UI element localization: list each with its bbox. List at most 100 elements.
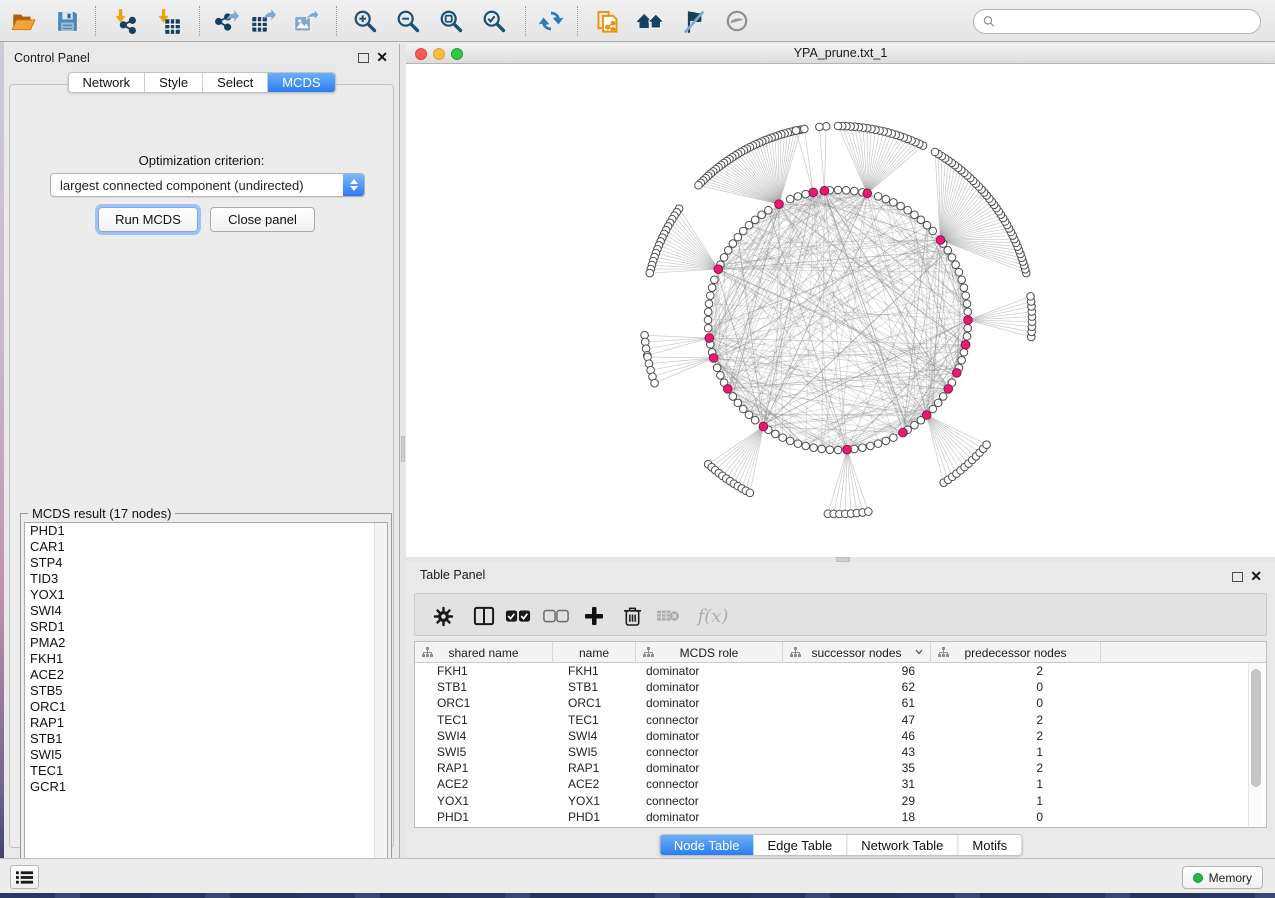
refresh-icon[interactable] xyxy=(533,3,569,39)
network-node xyxy=(929,405,937,413)
tab-network[interactable]: Network xyxy=(68,73,145,92)
save-session-icon[interactable] xyxy=(49,3,85,39)
tab-edge-table[interactable]: Edge Table xyxy=(753,835,847,855)
split-columns-icon[interactable] xyxy=(469,602,499,630)
show-all-icon[interactable] xyxy=(719,3,755,39)
network-node xyxy=(955,268,963,276)
mcds-result-list[interactable]: PHD1CAR1STP4TID3YOX1SWI4SRD1PMA2FKH1ACE2… xyxy=(24,522,388,875)
network-node xyxy=(704,316,712,324)
table-row[interactable]: ACE2ACE2connector311 xyxy=(415,776,1266,792)
table-panel: Table Panel ✕ f(x) shared namenameMCDS r… xyxy=(406,562,1275,858)
first-neighbors-icon[interactable] xyxy=(632,3,668,39)
tab-style[interactable]: Style xyxy=(145,73,203,92)
mcds-result-item[interactable]: TID3 xyxy=(25,571,387,587)
cell: RAP1 xyxy=(553,760,636,776)
select-all-icon[interactable] xyxy=(503,602,533,630)
network-node xyxy=(708,284,716,292)
deselect-all-icon[interactable] xyxy=(541,602,571,630)
table-row[interactable]: TEC1TEC1connector472 xyxy=(415,712,1266,728)
result-scrollbar[interactable] xyxy=(374,523,387,874)
export-table-icon[interactable] xyxy=(245,3,281,39)
task-history-button[interactable] xyxy=(10,865,39,889)
tab-select[interactable]: Select xyxy=(203,73,268,92)
table-row[interactable]: ORC1ORC1dominator610 xyxy=(415,695,1266,711)
mcds-result-item[interactable]: YOX1 xyxy=(25,587,387,603)
splitter-grip[interactable] xyxy=(401,436,405,462)
open-session-icon[interactable] xyxy=(5,3,41,39)
column-header-successor-nodes[interactable]: successor nodes xyxy=(783,642,931,663)
table-settings-icon[interactable] xyxy=(428,602,458,630)
import-network-icon[interactable] xyxy=(106,3,142,39)
export-network-icon[interactable] xyxy=(208,3,244,39)
cell: dominator xyxy=(636,760,783,776)
network-canvas[interactable] xyxy=(406,64,1275,557)
table-row[interactable]: YOX1YOX1connector291 xyxy=(415,793,1266,809)
search-icon xyxy=(983,15,995,28)
network-node xyxy=(707,292,715,300)
tab-node-table[interactable]: Node Table xyxy=(660,835,754,855)
table-row[interactable]: RAP1RAP1dominator352 xyxy=(415,760,1266,776)
import-table-icon[interactable] xyxy=(149,3,185,39)
hide-selected-icon[interactable] xyxy=(675,3,711,39)
mcds-result-item[interactable]: ACE2 xyxy=(25,667,387,683)
network-node xyxy=(874,440,882,448)
mcds-result-item[interactable]: PMA2 xyxy=(25,635,387,651)
float-panel-icon[interactable] xyxy=(1232,572,1243,582)
table-row[interactable]: STB1STB1dominator620 xyxy=(415,679,1266,695)
close-panel-icon[interactable]: ✕ xyxy=(376,49,388,66)
cell: 2 xyxy=(931,760,1101,776)
cell: 2 xyxy=(931,728,1101,744)
run-mcds-button[interactable]: Run MCDS xyxy=(98,207,198,232)
table-header: shared namenameMCDS rolesuccessor nodesp… xyxy=(415,642,1266,663)
network-node xyxy=(826,446,834,454)
mcds-result-item[interactable]: ORC1 xyxy=(25,699,387,715)
table-row[interactable]: FKH1FKH1dominator962 xyxy=(415,663,1266,679)
search-input[interactable] xyxy=(1001,15,1251,29)
add-column-icon[interactable] xyxy=(579,602,609,630)
new-network-from-selection-icon[interactable] xyxy=(589,3,625,39)
zoom-in-icon[interactable] xyxy=(347,3,383,39)
network-node xyxy=(704,308,712,316)
criterion-dropdown[interactable]: largest connected component (undirected) xyxy=(50,173,365,197)
scrollbar-thumb[interactable] xyxy=(1251,669,1261,787)
close-panel-icon[interactable]: ✕ xyxy=(1250,568,1262,585)
mcds-result-item[interactable]: RAP1 xyxy=(25,715,387,731)
network-titlebar[interactable]: YPA_prune.txt_1 xyxy=(406,44,1275,64)
mcds-result-item[interactable]: SWI4 xyxy=(25,603,387,619)
mcds-result-item[interactable]: GCR1 xyxy=(25,779,387,795)
close-panel-button[interactable]: Close panel xyxy=(210,207,315,232)
delete-column-icon[interactable] xyxy=(617,602,647,630)
mcds-result-item[interactable]: SRD1 xyxy=(25,619,387,635)
column-header-shared-name[interactable]: shared name xyxy=(415,642,553,663)
cell: SWI4 xyxy=(415,728,553,744)
mcds-result-item[interactable]: CAR1 xyxy=(25,539,387,555)
memory-button[interactable]: Memory xyxy=(1182,866,1263,889)
zoom-selected-icon[interactable] xyxy=(476,3,512,39)
table-scrollbar[interactable] xyxy=(1248,663,1263,826)
mcds-result-item[interactable]: PHD1 xyxy=(25,523,387,539)
tab-network-table[interactable]: Network Table xyxy=(847,835,958,855)
network-node xyxy=(818,445,826,453)
export-image-icon[interactable] xyxy=(288,3,324,39)
cell: dominator xyxy=(636,663,783,679)
table-row[interactable]: SWI4SWI4dominator462 xyxy=(415,728,1266,744)
mcds-result-item[interactable]: TEC1 xyxy=(25,763,387,779)
column-header-name[interactable]: name xyxy=(553,642,636,663)
zoom-fit-icon[interactable] xyxy=(433,3,469,39)
tab-motifs[interactable]: Motifs xyxy=(958,835,1021,855)
mcds-result-item[interactable]: STB5 xyxy=(25,683,387,699)
mcds-result-item[interactable]: STP4 xyxy=(25,555,387,571)
function-builder-icon[interactable]: f(x) xyxy=(691,602,735,630)
mcds-result-item[interactable]: STB1 xyxy=(25,731,387,747)
mcds-result-item[interactable]: FKH1 xyxy=(25,651,387,667)
column-header-predecessor-nodes[interactable]: predecessor nodes xyxy=(931,642,1101,663)
column-header-mcds-role[interactable]: MCDS role xyxy=(636,642,783,663)
table-row[interactable]: SWI5SWI5connector431 xyxy=(415,744,1266,760)
table-row[interactable]: PHD1PHD1dominator180 xyxy=(415,809,1266,825)
zoom-out-icon[interactable] xyxy=(390,3,426,39)
network-node xyxy=(834,186,842,194)
destroy-table-icon[interactable] xyxy=(653,602,683,630)
tab-mcds[interactable]: MCDS xyxy=(268,73,334,92)
mcds-result-item[interactable]: SWI5 xyxy=(25,747,387,763)
float-panel-icon[interactable] xyxy=(358,53,369,63)
